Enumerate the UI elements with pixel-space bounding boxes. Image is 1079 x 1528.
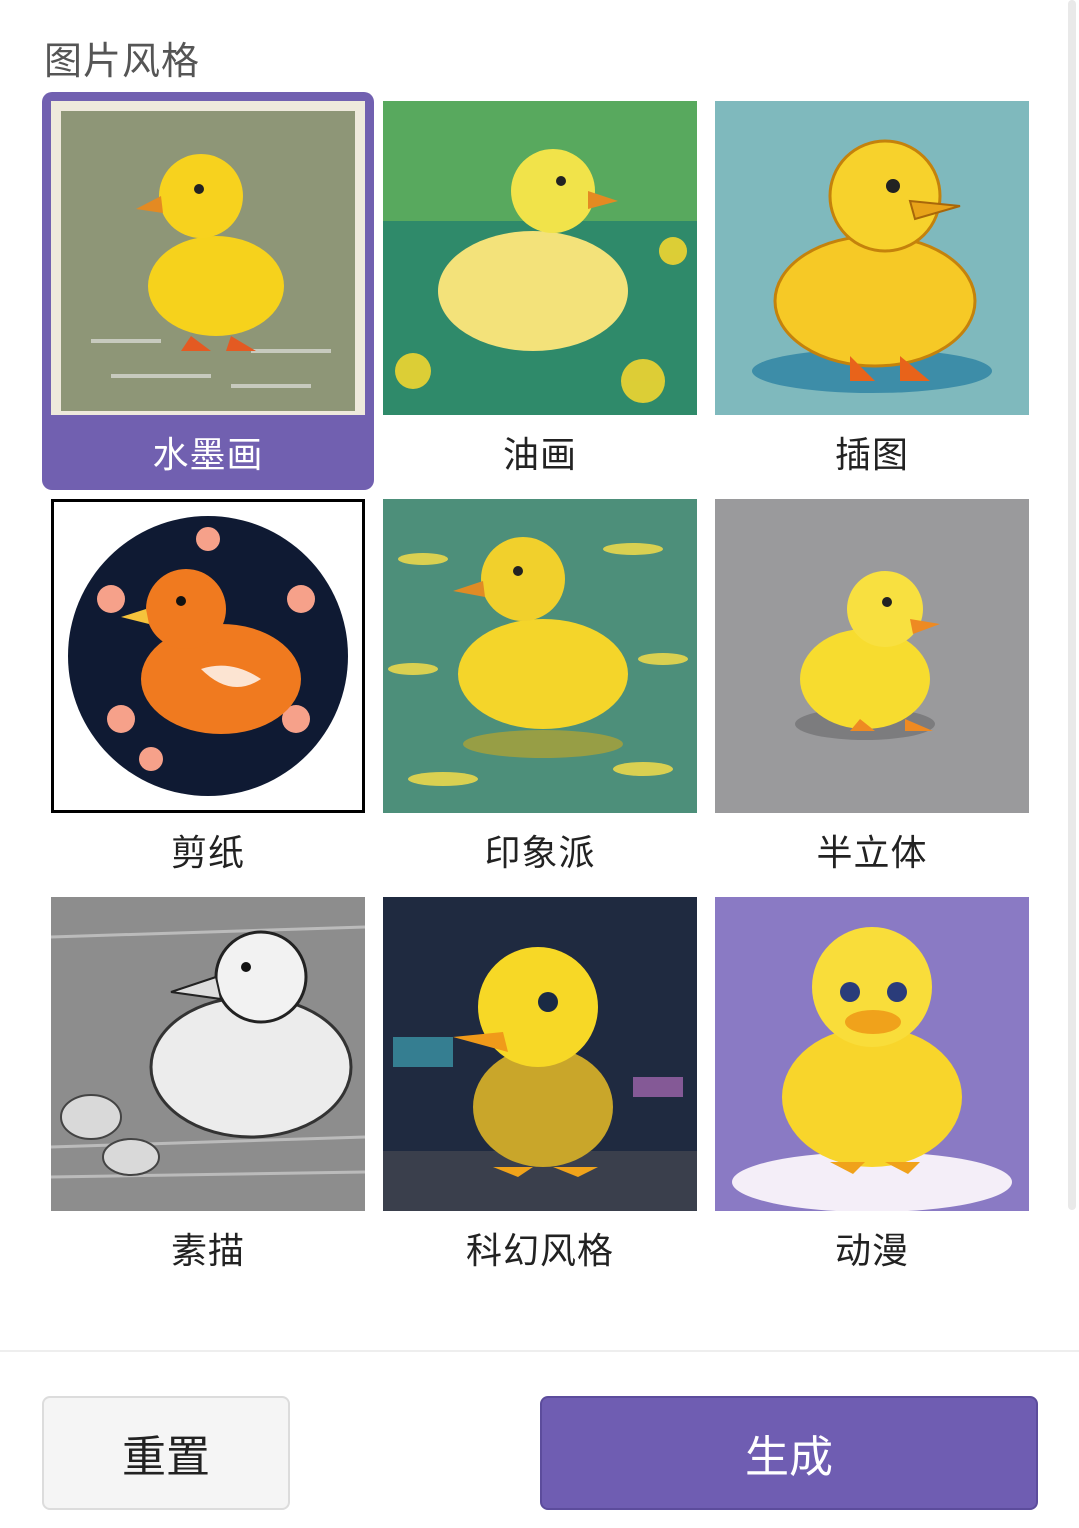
style-label: 插图 [834,435,909,476]
duck-oil-painting-thumbnail [383,101,697,415]
style-label: 素描 [170,1231,245,1272]
duck-paper-cut-thumbnail [51,499,365,813]
duck-semi-3d-thumbnail [715,499,1029,813]
duck-sketch-thumbnail [51,897,365,1211]
style-option-impressionism[interactable]: 印象派 [374,490,706,888]
style-option-sketch[interactable]: 素描 [42,888,374,1286]
style-option-ink-painting[interactable]: 水墨画 [42,92,374,490]
section-title: 图片风格 [44,39,201,83]
duck-sci-fi-thumbnail [383,897,697,1211]
style-label: 印象派 [484,833,596,874]
duck-illustration-thumbnail [715,101,1029,415]
footer-divider [0,1350,1079,1352]
style-label: 动漫 [834,1231,909,1272]
scrollbar[interactable] [1068,0,1076,1210]
style-label: 科幻风格 [465,1231,614,1272]
reset-button[interactable]: 重置 [42,1396,290,1510]
duck-ink-painting-thumbnail [51,101,365,415]
style-label: 油画 [502,435,577,476]
style-label: 剪纸 [170,833,245,874]
style-option-sci-fi[interactable]: 科幻风格 [374,888,706,1286]
duck-impressionism-thumbnail [383,499,697,813]
style-label: 水墨画 [152,435,264,476]
duck-anime-thumbnail [715,897,1029,1211]
style-option-oil-painting[interactable]: 油画 [374,92,706,490]
style-option-paper-cut[interactable]: 剪纸 [42,490,374,888]
style-option-semi-3d[interactable]: 半立体 [706,490,1038,888]
style-option-illustration[interactable]: 插图 [706,92,1038,490]
generate-button[interactable]: 生成 [540,1396,1038,1510]
style-option-anime[interactable]: 动漫 [706,888,1038,1286]
style-label: 半立体 [816,833,928,874]
